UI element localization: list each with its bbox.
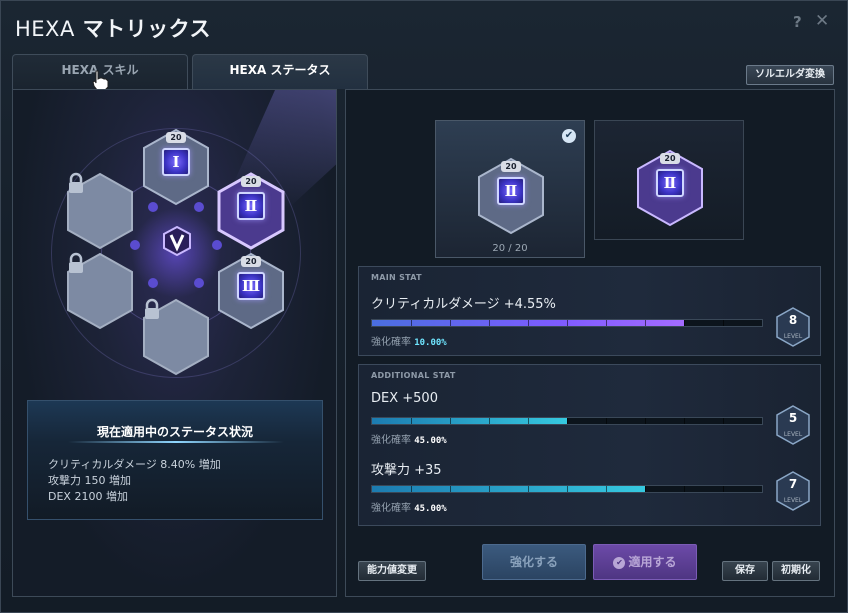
bar-segment-divider bbox=[528, 418, 529, 424]
bar-segment-divider bbox=[489, 486, 490, 492]
check-icon: ✔ bbox=[562, 129, 576, 143]
enhance-button[interactable]: 強化する bbox=[482, 544, 586, 580]
hexa-node-1[interactable]: 20 Ⅰ bbox=[141, 128, 211, 206]
main-stat-level-badge: 8 LEVEL bbox=[776, 307, 810, 347]
progress-fill bbox=[372, 486, 645, 492]
bar-segment-divider bbox=[528, 320, 529, 326]
bar-segment-divider bbox=[606, 418, 607, 424]
stat-core-icon: Ⅰ bbox=[162, 148, 190, 176]
bar-segment-divider bbox=[489, 418, 490, 424]
bar-segment-divider bbox=[606, 486, 607, 492]
bar-segment-divider bbox=[684, 320, 685, 326]
bar-segment-divider bbox=[411, 320, 412, 326]
bar-segment-divider bbox=[411, 418, 412, 424]
title-glow bbox=[68, 441, 284, 443]
additional-stat-name: 攻撃力 +35 bbox=[371, 463, 442, 478]
hexa-node-3[interactable]: 20 Ⅲ bbox=[216, 252, 286, 330]
additional-stat-progress-bar bbox=[371, 417, 763, 425]
additional-stat-name: DEX +500 bbox=[371, 391, 438, 406]
matrix-panel: 20 Ⅰ 20 Ⅱ 20 Ⅲ 現在適用中のステータス状況 クリティカルダメージ … bbox=[12, 89, 337, 597]
additional-stat-box: ADDITIONAL STAT DEX +500 強化確率 45.00% 5 L… bbox=[358, 364, 821, 526]
bar-segment-divider bbox=[684, 486, 685, 492]
additional-stat-level-badge: 5 LEVEL bbox=[776, 405, 810, 445]
hexa-matrix-window: HEXA マトリックス ? ✕ HEXA スキル HEXA ステータス ソルエル… bbox=[0, 0, 848, 613]
tab-hexa-status[interactable]: HEXA ステータス bbox=[192, 54, 368, 89]
hexa-node-2-selected[interactable]: 20 Ⅱ bbox=[216, 172, 286, 250]
help-icon[interactable]: ? bbox=[793, 13, 807, 31]
apply-button[interactable]: ✔ 適用する bbox=[593, 544, 697, 580]
main-stat-rate: 強化確率 10.00% bbox=[371, 337, 447, 348]
additional-stat-label: ADDITIONAL STAT bbox=[371, 371, 456, 380]
bar-segment-divider bbox=[567, 486, 568, 492]
additional-stat-rate: 強化確率 45.00% bbox=[371, 435, 447, 446]
additional-stat-rate: 強化確率 45.00% bbox=[371, 503, 447, 514]
main-stat-box: MAIN STAT クリティカルダメージ +4.55% 強化確率 10.00% … bbox=[358, 266, 821, 356]
progress-fill bbox=[372, 418, 567, 424]
additional-stat-level-badge: 7 LEVEL bbox=[776, 471, 810, 511]
bar-segment-divider bbox=[606, 320, 607, 326]
current-status-title: 現在適用中のステータス状況 bbox=[96, 425, 253, 439]
preview-slot[interactable]: 20 Ⅱ bbox=[594, 120, 744, 240]
stat-core-icon: Ⅲ bbox=[237, 272, 265, 300]
bar-segment-divider bbox=[567, 418, 568, 424]
current-status-lines: クリティカルダメージ 8.40% 増加 攻撃力 150 増加 DEX 2100 … bbox=[48, 457, 221, 505]
save-button[interactable]: 保存 bbox=[722, 561, 768, 581]
current-status-box: 現在適用中のステータス状況 クリティカルダメージ 8.40% 増加 攻撃力 15… bbox=[27, 400, 323, 520]
locked-node bbox=[65, 172, 135, 250]
stat-core-icon: Ⅱ bbox=[656, 169, 684, 197]
lock-icon bbox=[145, 298, 159, 319]
lock-icon bbox=[69, 252, 83, 273]
additional-stat-progress-bar bbox=[371, 485, 763, 493]
bar-segment-divider bbox=[450, 320, 451, 326]
stat-detail-panel: ✔ 20 Ⅱ 20 / 20 20 Ⅱ MAIN STAT クリティカルダメージ… bbox=[345, 89, 835, 597]
reset-button[interactable]: 初期化 bbox=[772, 561, 820, 581]
bar-segment-divider bbox=[645, 418, 646, 424]
check-circle-icon: ✔ bbox=[613, 556, 626, 569]
bar-segment-divider bbox=[567, 320, 568, 326]
stat-core-icon: Ⅱ bbox=[237, 192, 265, 220]
ability-change-button[interactable]: 能力値変更 bbox=[358, 561, 426, 581]
status-line: 攻撃力 150 増加 bbox=[48, 474, 131, 487]
v-emblem-icon bbox=[163, 226, 191, 256]
slot-node: 20 Ⅱ bbox=[476, 157, 546, 235]
main-stat-label: MAIN STAT bbox=[371, 273, 422, 282]
stat-core-icon: Ⅱ bbox=[497, 177, 525, 205]
bar-segment-divider bbox=[489, 320, 490, 326]
bar-segment-divider bbox=[411, 486, 412, 492]
status-line: クリティカルダメージ 8.40% 増加 bbox=[48, 458, 221, 471]
main-stat-progress-bar bbox=[371, 319, 763, 327]
bar-segment-divider bbox=[723, 320, 724, 326]
node-level-badge: 20 bbox=[241, 256, 261, 267]
bar-segment-divider bbox=[528, 486, 529, 492]
bar-segment-divider bbox=[684, 418, 685, 424]
soul-erda-convert-button[interactable]: ソルエルダ変換 bbox=[746, 65, 834, 85]
bar-segment-divider bbox=[645, 486, 646, 492]
close-icon[interactable]: ✕ bbox=[815, 11, 831, 31]
main-stat-name: クリティカルダメージ +4.55% bbox=[371, 297, 556, 312]
current-slot[interactable]: ✔ 20 Ⅱ 20 / 20 bbox=[435, 120, 585, 258]
node-level-badge: 20 bbox=[501, 161, 521, 172]
locked-node bbox=[65, 252, 135, 330]
locked-node bbox=[141, 298, 211, 376]
bar-segment-divider bbox=[723, 418, 724, 424]
bar-segment-divider bbox=[723, 486, 724, 492]
status-line: DEX 2100 増加 bbox=[48, 490, 128, 503]
node-level-badge: 20 bbox=[660, 153, 680, 164]
window-title: HEXA マトリックス bbox=[15, 17, 211, 41]
lock-icon bbox=[69, 172, 83, 193]
bar-segment-divider bbox=[450, 486, 451, 492]
slot-exp: 20 / 20 bbox=[492, 243, 528, 254]
slot-node: 20 Ⅱ bbox=[635, 149, 705, 227]
node-level-badge: 20 bbox=[166, 132, 186, 143]
bar-segment-divider bbox=[645, 320, 646, 326]
node-level-badge: 20 bbox=[241, 176, 261, 187]
bar-segment-divider bbox=[450, 418, 451, 424]
